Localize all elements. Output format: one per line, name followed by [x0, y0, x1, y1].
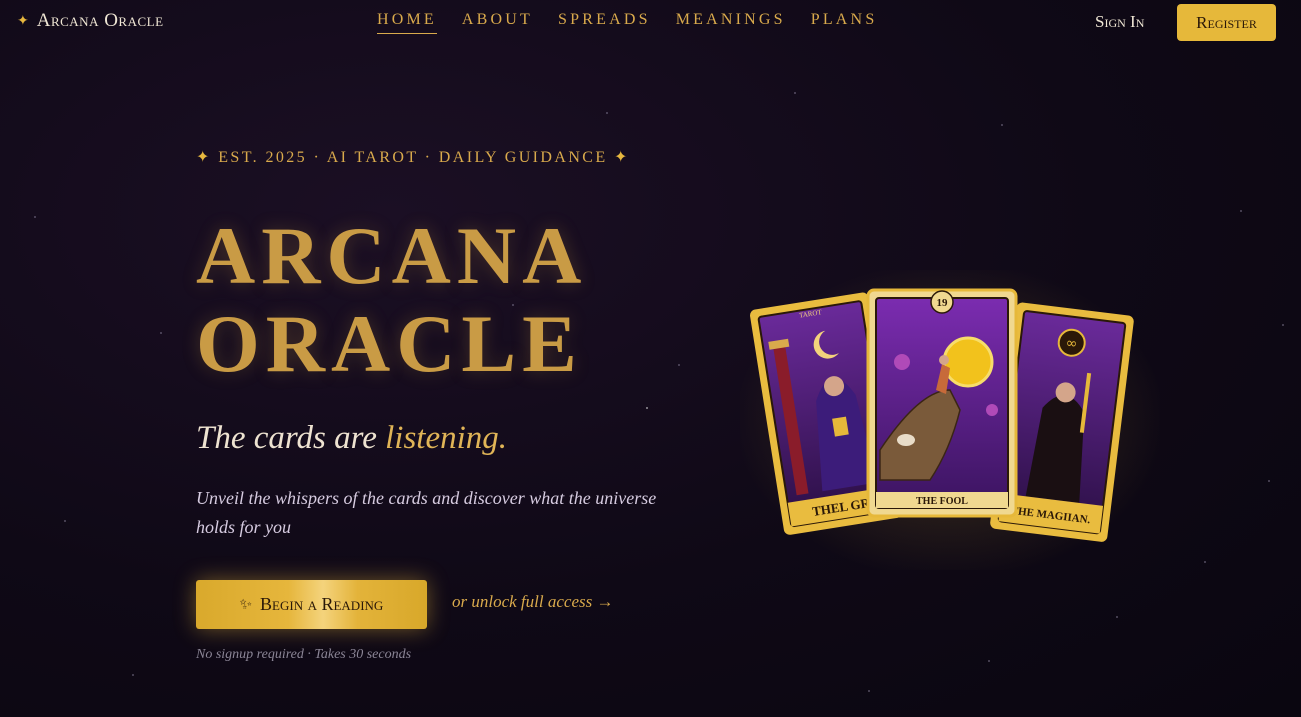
hero-title: ARCANA ORACLE [196, 212, 587, 388]
hero-title-line-2: ORACLE [196, 298, 583, 389]
tagline-text: The cards are [196, 420, 386, 456]
nav-link-spreads[interactable]: SPREADS [558, 11, 651, 34]
card-center-name: THE FOOL [916, 496, 968, 507]
infinity-icon: ∞ [1065, 335, 1079, 352]
tarot-cards-svg: TAROT THEL GR ∞ THE MAGIIAN. 19 THE FOOL [740, 270, 1160, 570]
nav-link-about[interactable]: ABOUT [462, 11, 533, 34]
tagline-accent: listening. [385, 420, 508, 456]
register-button[interactable]: Register [1177, 4, 1276, 41]
top-navbar: ✦ Arcana Oracle HOME ABOUT SPREADS MEANI… [0, 0, 1301, 46]
begin-reading-button[interactable]: ✨︎ Begin a Reading [196, 580, 427, 629]
hero-tagline: The cards are listening. [196, 420, 507, 457]
nav-link-home[interactable]: HOME [377, 11, 437, 34]
hero-eyebrow: ✦ EST. 2025 · AI TAROT · DAILY GUIDANCE … [196, 145, 671, 171]
unlock-access-link[interactable]: or unlock full access → [452, 592, 613, 612]
star-icon: ✦ [613, 149, 630, 166]
hero-title-line-1: ARCANA [196, 210, 588, 301]
star-icon: ✦ [196, 149, 212, 166]
nav-link-plans[interactable]: PLANS [811, 11, 878, 34]
signup-note: No signup required · Takes 30 seconds [196, 647, 412, 662]
card-center-number: 19 [937, 297, 949, 309]
brand-name: Arcana Oracle [36, 10, 164, 31]
sparkle-icon: ✦ [17, 13, 29, 29]
nav-link-meanings[interactable]: MEANINGS [676, 11, 786, 34]
tarot-cards-illustration: TAROT THEL GR ∞ THE MAGIIAN. 19 THE FOOL [740, 270, 1160, 570]
sparkles-icon: ✨︎ [239, 596, 253, 613]
begin-reading-label: Begin a Reading [260, 594, 384, 614]
nav-links: HOME ABOUT SPREADS MEANINGS PLANS [377, 11, 877, 34]
hero-description: Unveil the whispers of the cards and dis… [196, 488, 657, 537]
sign-in-link[interactable]: Sign In [1095, 12, 1144, 32]
brand-logo[interactable]: ✦ Arcana Oracle [17, 10, 164, 32]
eyebrow-text: EST. 2025 · AI TAROT · DAILY GUIDANCE [218, 149, 608, 166]
card-the-fool: 19 THE FOOL [866, 288, 1018, 518]
